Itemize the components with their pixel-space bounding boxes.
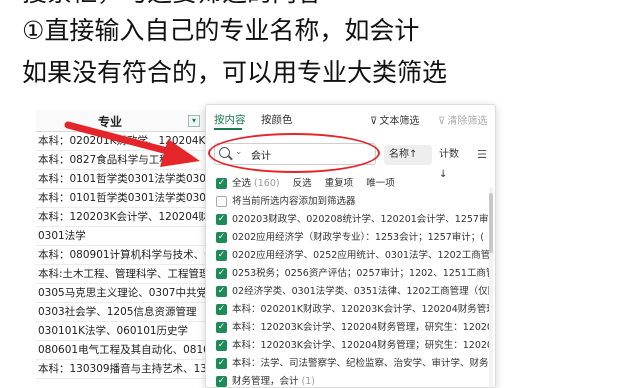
filter-value-list: ✓ 全选 (160) 反选 重复项 唯一项 将当前所选内容添加到筛选器 ✓ 02… bbox=[214, 175, 490, 387]
clear-filter-button[interactable]: ⊽ 清除筛选 bbox=[438, 112, 487, 127]
list-item-count: (1) bbox=[301, 376, 316, 387]
active-tab-indicator bbox=[214, 128, 242, 130]
checkbox-icon[interactable]: ✓ bbox=[216, 304, 227, 315]
table-cell[interactable]: 本科：0101哲学类0301法学类0302政治学类 bbox=[36, 189, 206, 208]
sort-by-count-button[interactable]: 计数↓ bbox=[434, 145, 472, 180]
text-filter-button[interactable]: ⊽ 文本筛选 bbox=[370, 112, 419, 127]
checkbox-icon[interactable]: ✓ bbox=[216, 178, 227, 189]
list-item-label: 财务管理，会计 bbox=[232, 376, 299, 387]
list-item[interactable]: ✓ 0202应用经济学、0252应用统计、0301法学、1202工商管理 bbox=[214, 247, 490, 265]
clear-filter-icon: ⊽ bbox=[438, 116, 446, 127]
list-item-label: 0202应用经济学（财政学专业）：1253会计；1257审计；( bbox=[232, 232, 484, 243]
checkbox-icon[interactable]: ✓ bbox=[216, 286, 227, 297]
checkbox-icon[interactable]: ✓ bbox=[216, 268, 227, 279]
list-item-label: 02经济学类、0301法学类、0351法律、1202工商管理（仅限 bbox=[232, 286, 490, 297]
table-cell[interactable]: 本科：130309播音与主持艺术、13 bbox=[36, 360, 206, 379]
select-all-count: (160) bbox=[254, 178, 280, 189]
list-item-label: 0202应用经济学、0252应用统计、0301法学、1202工商管理 bbox=[232, 250, 490, 261]
table-cell[interactable]: 080601电气工程及其自动化、081001 bbox=[36, 341, 206, 360]
duplicates-link[interactable]: 重复项 bbox=[325, 178, 354, 189]
checkbox-icon[interactable]: ✓ bbox=[216, 358, 227, 369]
caption-top-partial: 搜索框，勾选要筛选的内容 bbox=[22, 0, 322, 8]
tab-by-color[interactable]: 按颜色 bbox=[261, 112, 293, 127]
list-item-label: 本科：120203K会计学、120204财务管理；研究生：120201 bbox=[232, 340, 490, 351]
list-item[interactable]: ✓ 020203财政学、020208统计学、120201会计学、1257审计 bbox=[214, 211, 490, 229]
caption-line-2: 如果没有符合的，可以用专业大类筛选 bbox=[22, 58, 448, 87]
sort-by-name-button[interactable]: 名称↑ bbox=[384, 145, 432, 165]
list-item[interactable]: ✓ 0253税务；0256资产评估；0257审计；1202、1251工商管理 bbox=[214, 265, 490, 283]
table-cell[interactable]: 0305马克思主义理论、0307中共党史 bbox=[36, 284, 206, 303]
table-cell[interactable]: 030101K法学、060101历史学 bbox=[36, 322, 206, 341]
list-item-label: 020203财政学、020208统计学、120201会计学、1257审计 bbox=[232, 214, 490, 225]
list-item[interactable]: ✓ 本科：法学、司法警察学、纪检监察、治安学、审计学、财务 bbox=[214, 355, 490, 373]
table-cell[interactable]: 本科：080901计算机科学与技术、0809 bbox=[36, 246, 206, 265]
list-item[interactable]: ✓ 本科：020201K财政学、120203K会计学、120204财务管理、 bbox=[214, 301, 490, 319]
filter-icon: ⊽ bbox=[370, 116, 378, 127]
checkbox-icon[interactable]: ✓ bbox=[216, 214, 227, 225]
caption-line-1: ①直接输入自己的专业名称，如会计 bbox=[22, 16, 420, 45]
list-item-label: 本科：120203K会计学、120204财务管理，研究生：120201 bbox=[232, 322, 490, 333]
list-item-label: 本科：法学、司法警察学、纪检监察、治安学、审计学、财务 bbox=[232, 358, 489, 369]
checkbox-icon[interactable]: ✓ bbox=[216, 322, 227, 333]
table-cell[interactable]: 0303社会学、1205信息资源管理 bbox=[36, 303, 206, 322]
list-item[interactable]: ✓ 本科：120203K会计学、120204财务管理；研究生：120201 bbox=[214, 337, 490, 355]
scrollbar-thumb[interactable] bbox=[489, 193, 493, 253]
select-all-label: 全选 bbox=[232, 178, 252, 189]
table-cell[interactable]: 0301法学 bbox=[36, 227, 206, 246]
clear-filter-label: 清除筛选 bbox=[447, 116, 488, 127]
unique-link[interactable]: 唯一项 bbox=[366, 178, 395, 189]
red-arrow-annotation bbox=[64, 121, 200, 167]
list-item-label: 本科：020201K财政学、120203K会计学、120204财务管理、 bbox=[232, 304, 490, 315]
add-to-filter-row[interactable]: 将当前所选内容添加到筛选器 bbox=[214, 193, 490, 211]
list-item[interactable]: ✓ 0202应用经济学（财政学专业）：1253会计；1257审计；( bbox=[214, 229, 490, 247]
filter-panel: 按内容 按颜色 ⊽文本筛选 ⊽清除筛选 ⌄ 名称↑ 计数↓ ☰ ✓ 全选 (16… bbox=[205, 104, 496, 388]
text-filter-label: 文本筛选 bbox=[379, 116, 420, 127]
list-item[interactable]: ✓ 财务管理，会计 (1) bbox=[214, 373, 490, 387]
scrollbar[interactable] bbox=[489, 187, 493, 387]
list-item[interactable]: ✓ 本科：120203K会计学、120204财务管理，研究生：120201 bbox=[214, 319, 490, 337]
invert-selection-link[interactable]: 反选 bbox=[293, 178, 312, 189]
add-to-filter-label: 将当前所选内容添加到筛选器 bbox=[232, 196, 356, 207]
table-cell[interactable]: 本科:土木工程、管理科学、工程管理 bbox=[36, 265, 206, 284]
select-all-row[interactable]: ✓ 全选 (160) 反选 重复项 唯一项 bbox=[214, 175, 490, 193]
list-item-label: 0253税务；0256资产评估；0257审计；1202、1251工商管理 bbox=[232, 268, 490, 279]
red-circle-annotation bbox=[208, 133, 380, 173]
checkbox-icon[interactable]: ✓ bbox=[216, 340, 227, 351]
tab-by-content[interactable]: 按内容 bbox=[214, 112, 246, 127]
checkbox-icon[interactable] bbox=[216, 196, 227, 207]
checkbox-icon[interactable]: ✓ bbox=[216, 250, 227, 261]
table-cell[interactable]: 本科：120203K会计学、120204财务管理 bbox=[36, 208, 206, 227]
checkbox-icon[interactable]: ✓ bbox=[216, 376, 227, 387]
checkbox-icon[interactable]: ✓ bbox=[216, 232, 227, 243]
settings-icon[interactable]: ☰ bbox=[477, 148, 487, 161]
list-item[interactable]: ✓ 02经济学类、0301法学类、0351法律、1202工商管理（仅限 bbox=[214, 283, 490, 301]
